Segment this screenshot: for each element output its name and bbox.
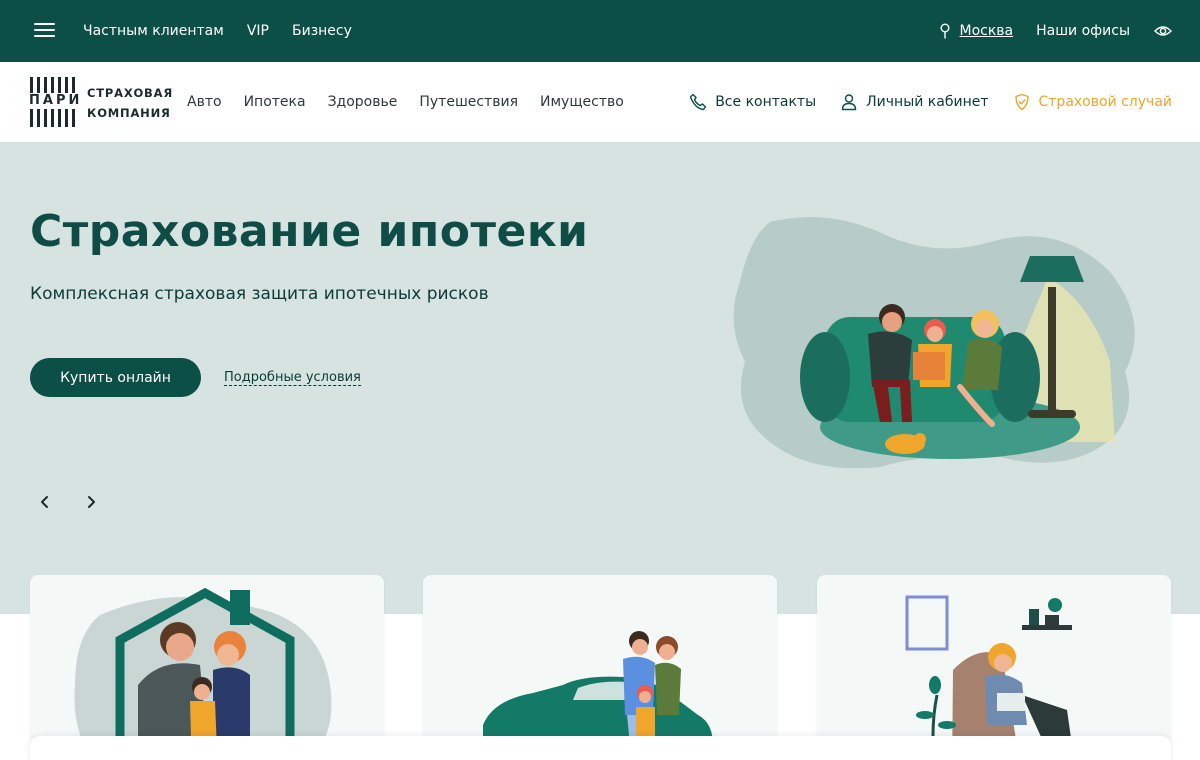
cabinet-link[interactable]: Личный кабинет	[840, 93, 989, 111]
main-header: ПАРИ СТРАХОВАЯ КОМПАНИЯ Авто Ипотека Здо…	[0, 62, 1200, 142]
buy-online-button[interactable]: Купить онлайн	[30, 358, 201, 397]
logo-text: СТРАХОВАЯ КОМПАНИЯ	[87, 83, 173, 123]
nav-health[interactable]: Здоровье	[328, 94, 398, 110]
shield-icon	[1014, 93, 1029, 111]
menu-icon[interactable]	[34, 21, 55, 39]
product-card-mortgage[interactable]	[30, 575, 384, 760]
city-link[interactable]: Москва	[960, 23, 1014, 39]
nav-property[interactable]: Имущество	[540, 94, 624, 110]
insurance-case-link[interactable]: Страховой случай	[1013, 93, 1173, 111]
segment-private[interactable]: Частным клиентам	[83, 23, 224, 39]
hero-subtitle: Комплексная страховая защита ипотечных р…	[30, 284, 489, 304]
product-nav: Авто Ипотека Здоровье Путешествия Имущес…	[187, 62, 624, 142]
family-on-sofa-illustration	[733, 217, 1135, 469]
family-house-illustration	[74, 587, 332, 760]
family-car-illustration	[483, 631, 713, 760]
top-right: Москва Наши офисы	[940, 0, 1173, 62]
segment-vip[interactable]: VIP	[247, 23, 269, 39]
segment-business[interactable]: Бизнесу	[292, 23, 352, 39]
segment-nav: Частным клиентам VIP Бизнесу	[83, 0, 352, 62]
top-bar: Частным клиентам VIP Бизнесу Москва Наши…	[0, 0, 1200, 62]
chevron-left-icon[interactable]	[35, 492, 55, 512]
contacts-label: Все контакты	[715, 94, 817, 110]
chevron-right-icon[interactable]	[81, 492, 101, 512]
product-card-property[interactable]	[817, 575, 1171, 760]
header-actions: Все контакты Личный кабинет Страховой сл…	[665, 62, 1172, 142]
nav-auto[interactable]: Авто	[187, 94, 222, 110]
logo[interactable]: ПАРИ СТРАХОВАЯ КОМПАНИЯ	[29, 77, 172, 127]
product-card-auto[interactable]	[423, 575, 777, 760]
user-icon	[841, 94, 857, 111]
location-pin-icon	[940, 23, 949, 39]
hero-title: Страхование ипотеки	[30, 206, 589, 257]
phone-icon	[690, 93, 707, 111]
details-link[interactable]: Подробные условия	[224, 371, 361, 386]
offices-link[interactable]: Наши офисы	[1036, 23, 1130, 39]
insurance-case-label: Страховой случай	[1038, 94, 1173, 110]
hero-banner: Страхование ипотеки Комплексная страхова…	[0, 142, 1200, 614]
logo-line-2: КОМПАНИЯ	[87, 106, 171, 120]
woman-reading-illustration	[905, 595, 1087, 760]
city-selector[interactable]: Москва	[940, 23, 1014, 39]
contacts-link[interactable]: Все контакты	[689, 93, 816, 111]
bottom-panel	[30, 736, 1171, 760]
nav-travel[interactable]: Путешествия	[419, 94, 518, 110]
eye-icon[interactable]	[1154, 24, 1172, 38]
logo-mark-text: ПАРИ	[29, 93, 83, 109]
cabinet-label: Личный кабинет	[866, 94, 989, 110]
nav-mortgage[interactable]: Ипотека	[244, 94, 306, 110]
logo-line-1: СТРАХОВАЯ	[87, 86, 173, 100]
